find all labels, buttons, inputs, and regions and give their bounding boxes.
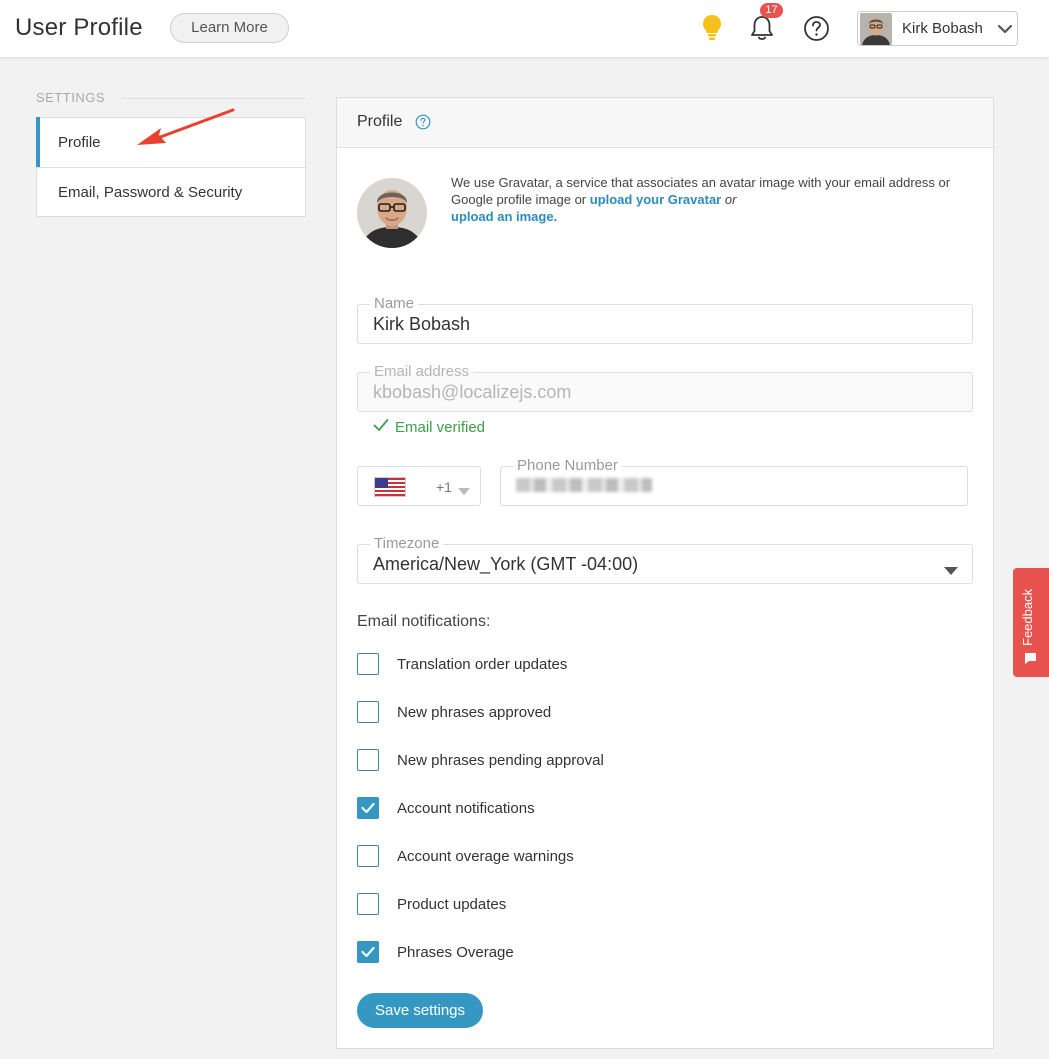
us-flag-icon — [374, 477, 406, 497]
help-icon[interactable] — [802, 14, 830, 42]
notification-option-phrases-overage[interactable]: Phrases Overage — [357, 940, 514, 964]
chevron-down-icon — [997, 21, 1013, 42]
timezone-value: America/New_York (GMT -04:00) — [373, 554, 639, 574]
checkbox[interactable] — [357, 845, 379, 867]
feedback-tab[interactable]: Feedback — [1013, 568, 1049, 677]
email-verified-status: Email verified — [373, 418, 485, 436]
upload-gravatar-link[interactable]: upload your Gravatar — [590, 192, 721, 207]
user-menu[interactable]: Kirk Bobash — [857, 11, 1018, 46]
card-header: Profile — [337, 98, 993, 148]
sidebar-item-email-password-security[interactable]: Email, Password & Security — [37, 167, 305, 216]
checkbox[interactable] — [357, 749, 379, 771]
timezone-label: Timezone — [370, 536, 444, 552]
save-settings-button[interactable]: Save settings — [357, 993, 483, 1028]
notification-option-new-phrases-approved[interactable]: New phrases approved — [357, 700, 551, 724]
timezone-select[interactable]: Timezone America/New_York (GMT -04:00) — [357, 536, 973, 584]
checkbox-label: Phrases Overage — [397, 943, 514, 961]
notification-option-product-updates[interactable]: Product updates — [357, 892, 506, 916]
redacted-phone-value — [516, 478, 652, 492]
card-title: Profile — [357, 113, 403, 130]
checkbox-label: Account notifications — [397, 799, 535, 817]
help-circle-icon[interactable] — [415, 114, 431, 135]
gravatar-description: We use Gravatar, a service that associat… — [451, 174, 951, 225]
checkmark-icon — [373, 418, 389, 436]
lightbulb-icon[interactable] — [698, 14, 726, 42]
checkmark-icon — [361, 946, 375, 958]
feedback-label: Feedback — [1020, 588, 1035, 646]
avatar — [860, 13, 892, 45]
name-field[interactable]: Name Kirk Bobash — [357, 296, 973, 344]
checkbox-label: Translation order updates — [397, 655, 568, 673]
upload-image-link[interactable]: upload an image. — [451, 209, 557, 224]
email-notifications-heading: Email notifications: — [357, 613, 491, 630]
checkbox-label: Product updates — [397, 895, 507, 913]
country-code-select[interactable]: +1 — [357, 466, 481, 506]
settings-section-label: SETTINGS — [36, 90, 106, 105]
top-bar: User Profile Learn More 17 Kirk Bobash — [0, 0, 1049, 58]
phone-number-field[interactable]: Phone Number — [500, 458, 968, 506]
phone-number-label: Phone Number — [513, 458, 622, 474]
notification-option-account-overage-warnings[interactable]: Account overage warnings — [357, 844, 574, 868]
name-field-label: Name — [370, 296, 419, 312]
feedback-icon — [1024, 652, 1037, 670]
checkbox-checked[interactable] — [357, 941, 379, 963]
learn-more-button[interactable]: Learn More — [170, 13, 289, 43]
checkbox-checked[interactable] — [357, 797, 379, 819]
checkbox-label: Account overage warnings — [397, 847, 574, 865]
checkbox-label: New phrases pending approval — [397, 751, 604, 769]
checkbox-label: New phrases approved — [397, 703, 552, 721]
email-field: Email address kbobash@localizejs.com — [357, 364, 973, 412]
gravatar-or-text: or — [721, 192, 737, 207]
name-value: Kirk Bobash — [373, 314, 471, 334]
caret-down-icon — [458, 483, 470, 501]
email-value: kbobash@localizejs.com — [373, 382, 572, 402]
checkmark-icon — [361, 802, 375, 814]
checkbox[interactable] — [357, 653, 379, 675]
page-title: User Profile — [15, 14, 143, 41]
bell-icon[interactable] — [748, 14, 776, 42]
notification-count-badge: 17 — [760, 3, 783, 18]
profile-avatar[interactable] — [357, 178, 427, 248]
annotation-arrow-icon — [135, 105, 237, 154]
divider — [122, 98, 306, 99]
email-verified-label: Email verified — [395, 418, 486, 436]
caret-down-icon — [944, 563, 958, 581]
email-field-label: Email address — [370, 364, 474, 380]
notification-option-new-phrases-pending-approval[interactable]: New phrases pending approval — [357, 748, 604, 772]
checkbox[interactable] — [357, 893, 379, 915]
user-name: Kirk Bobash — [902, 20, 983, 37]
checkbox[interactable] — [357, 701, 379, 723]
profile-card: Profile We use Gravatar, a service that … — [336, 97, 994, 1049]
country-code-value: +1 — [436, 479, 452, 495]
notification-option-account-notifications[interactable]: Account notifications — [357, 796, 535, 820]
notification-option-translation-order-updates[interactable]: Translation order updates — [357, 652, 567, 676]
